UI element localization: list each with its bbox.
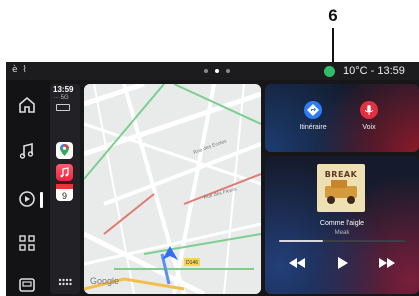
album-cover[interactable]: BREAK — [317, 164, 365, 212]
vehicle-icon[interactable] — [16, 274, 38, 296]
clock: 13:59 — [377, 65, 405, 77]
navigation-card: Itinéraire Voix — [265, 84, 419, 152]
page-dot — [204, 69, 208, 73]
maps-app-icon[interactable] — [56, 142, 73, 159]
callout-number: 6 — [328, 6, 338, 25]
voice-label: Voix — [362, 124, 376, 131]
song-title: Comme l'aigle — [319, 220, 365, 227]
map-roads: Rue des Ecoles Rue des Fleurs D146 — [84, 84, 261, 294]
card-background — [265, 84, 419, 152]
page-indicator — [204, 69, 230, 73]
itinerary-button[interactable] — [304, 101, 322, 119]
play-icon[interactable] — [332, 256, 352, 270]
itinerary-label: Itinéraire — [299, 124, 327, 131]
dock-time: 13:59 — [53, 85, 74, 94]
app-launcher-icon[interactable] — [58, 278, 72, 288]
calendar-app-icon[interactable]: 9 — [56, 184, 73, 201]
map-view[interactable]: Rue des Ecoles Rue des Fleurs D146 Googl… — [84, 84, 261, 294]
carplay-dock: 13:59 ∙∙∙ 5G 9 — [50, 84, 80, 294]
svg-text:9: 9 — [62, 191, 67, 201]
infotainment-screen: è ⌇ 10°C - 13:59 13:59 ∙∙∙ 5G 9 Rue des … — [6, 62, 419, 296]
voice-button[interactable] — [360, 101, 378, 119]
status-separator: - — [370, 65, 375, 77]
page-dot-active — [215, 69, 219, 73]
music-app-icon[interactable] — [56, 164, 73, 181]
previous-track-icon[interactable] — [287, 256, 307, 270]
carplay-icon[interactable] — [16, 188, 38, 210]
apps-grid-icon[interactable] — [16, 232, 38, 254]
next-track-icon[interactable] — [377, 256, 397, 270]
road-label: D146 — [186, 260, 198, 266]
progress-fill — [279, 240, 324, 242]
music-note-icon[interactable] — [16, 140, 38, 162]
left-rail — [6, 80, 50, 296]
playback-progress[interactable] — [279, 240, 405, 242]
callout-line — [332, 28, 334, 66]
cover-art-image — [325, 180, 357, 204]
green-status-indicator[interactable] — [324, 66, 335, 77]
battery-icon — [56, 104, 70, 111]
microphone-icon — [365, 105, 373, 115]
callout-marker: 6 — [320, 6, 346, 66]
dock-network: ∙∙∙ 5G — [54, 95, 69, 101]
directions-icon — [307, 104, 319, 116]
temperature: 10°C — [343, 65, 368, 77]
artist-name: Meak — [334, 230, 350, 236]
now-playing-card: BREAK Comme l'aigle Meak — [265, 156, 419, 294]
status-indicators: è ⌇ — [12, 65, 28, 75]
page-dot — [226, 69, 230, 73]
active-indicator — [40, 192, 43, 208]
status-readout: 10°C - 13:59 — [343, 65, 405, 77]
google-attribution: Google — [90, 276, 120, 286]
status-bar: è ⌇ 10°C - 13:59 — [6, 62, 419, 80]
home-icon[interactable] — [16, 94, 38, 116]
